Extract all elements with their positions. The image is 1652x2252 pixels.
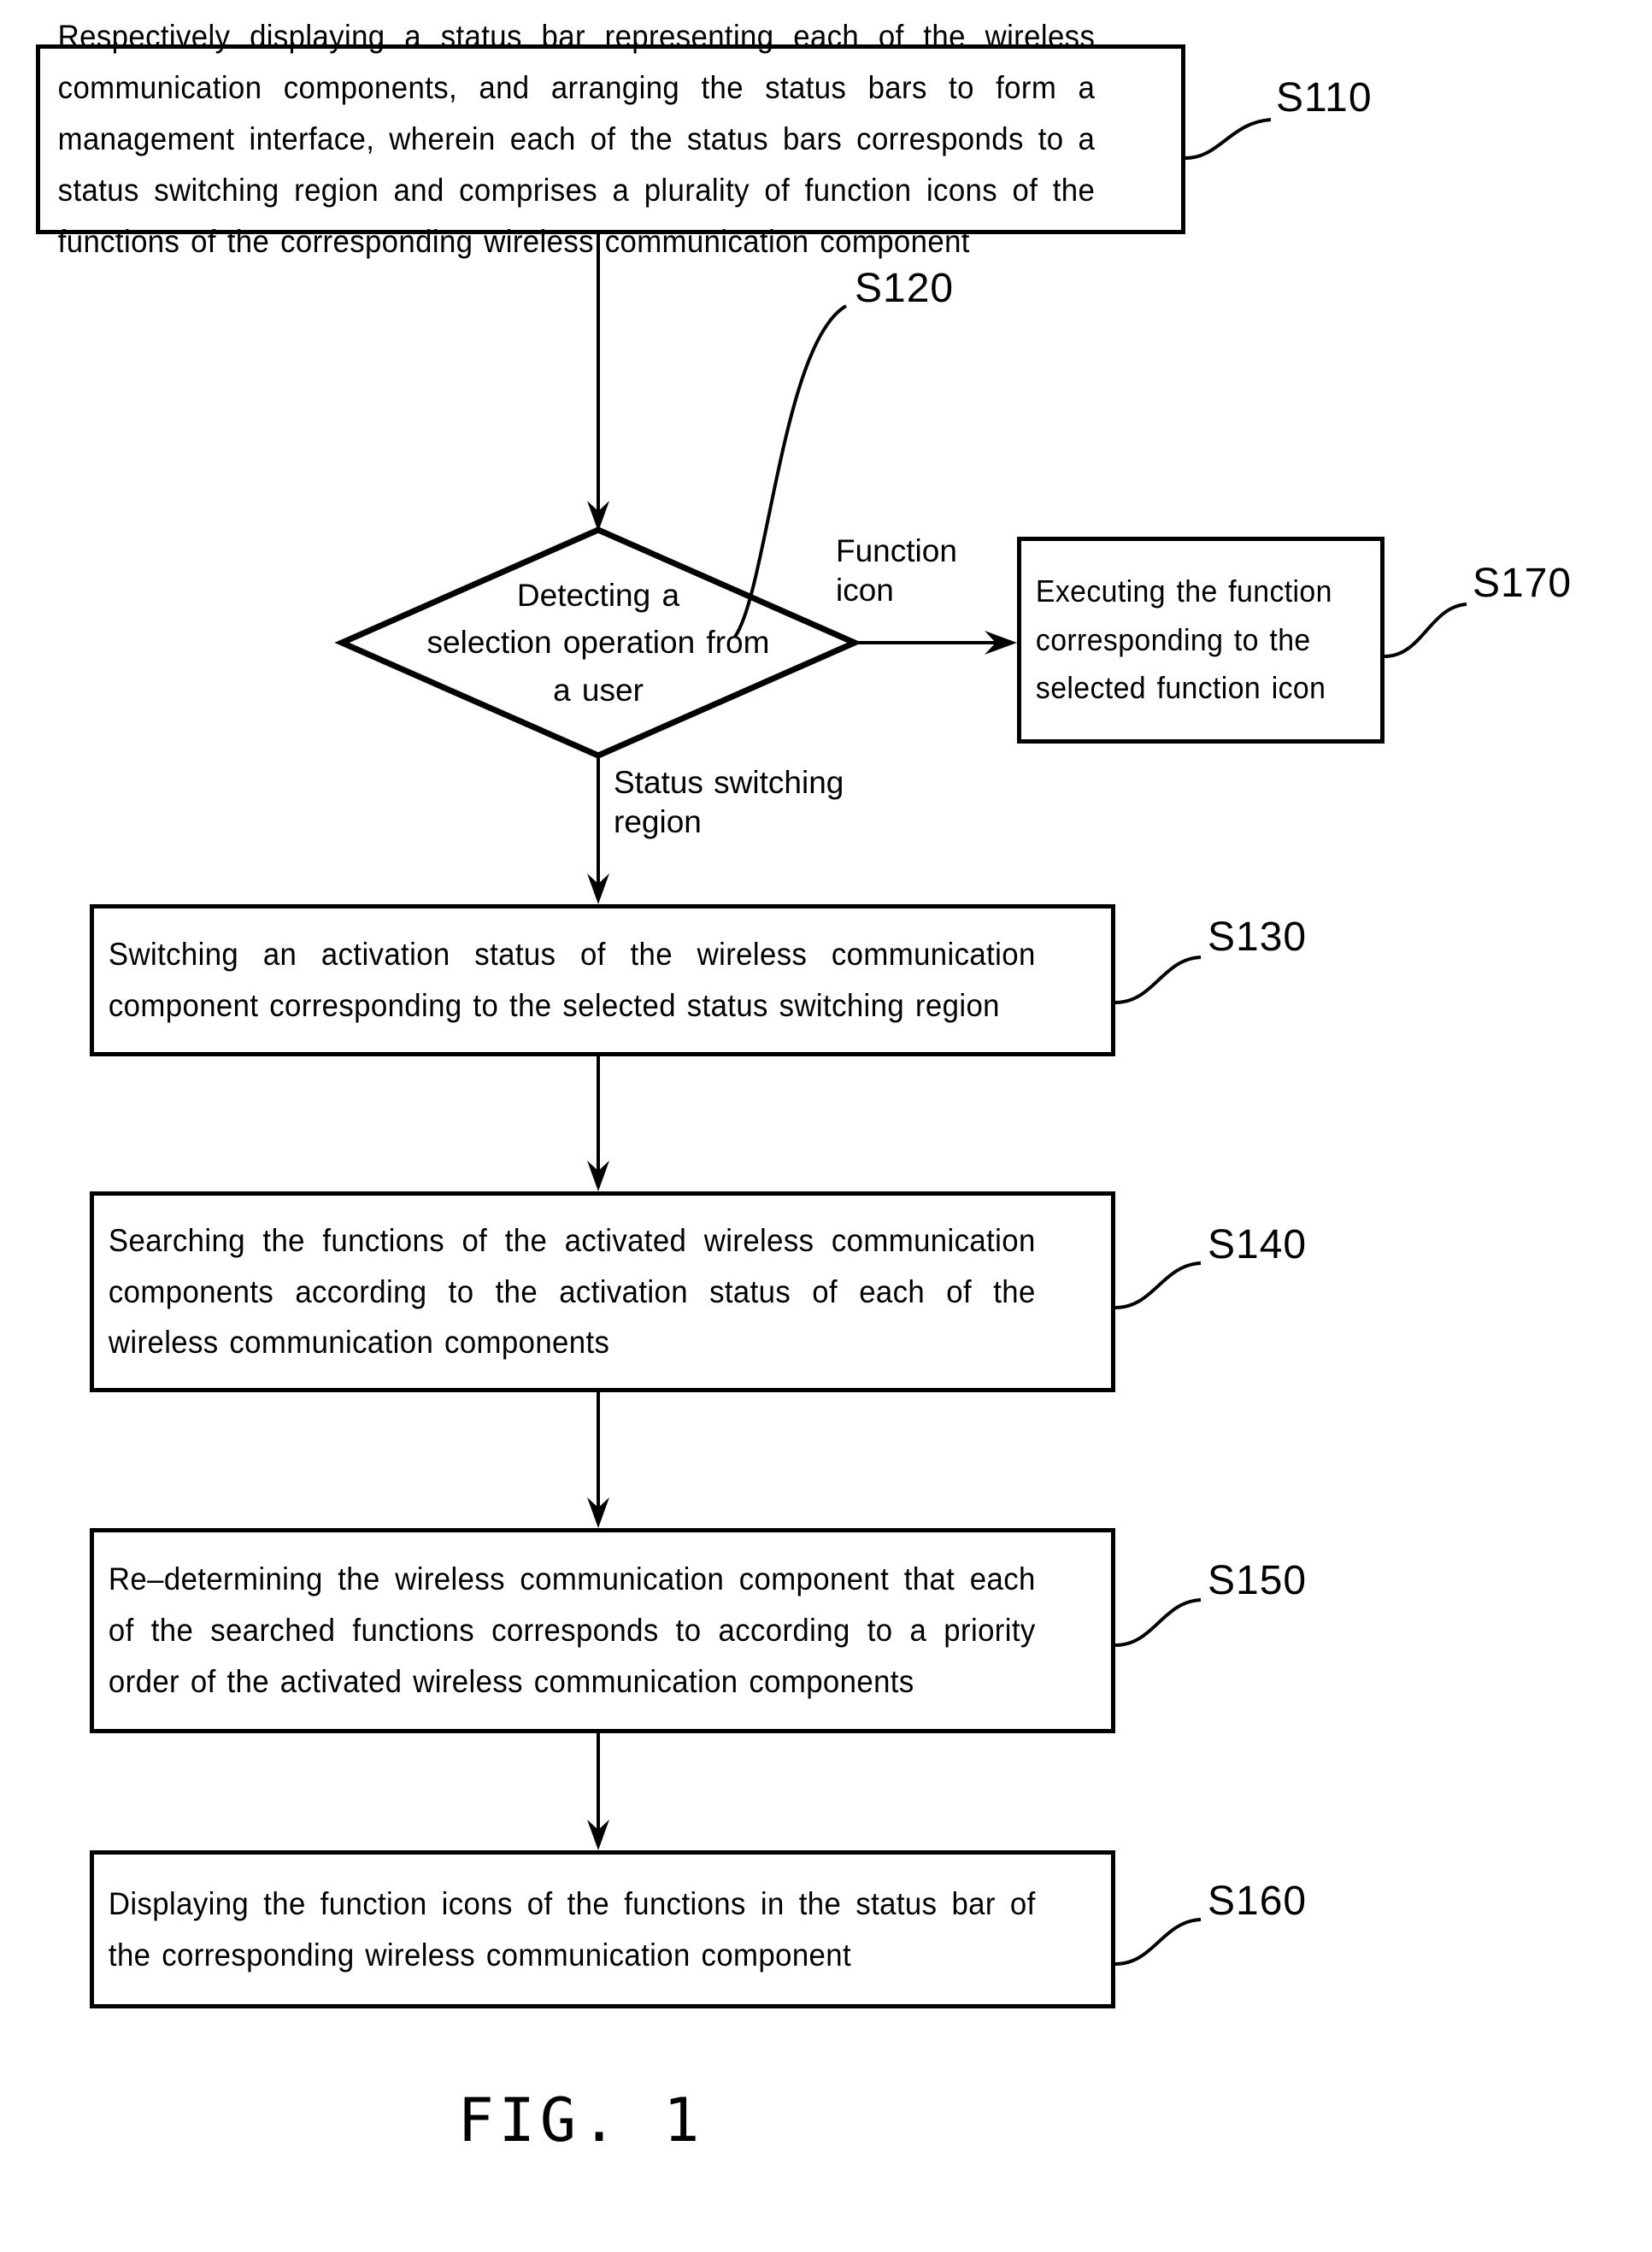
edge-label-status-switching-region: Status switching region xyxy=(614,765,844,840)
connector-s120-to-s130 xyxy=(587,756,609,904)
process-box-s170: Executing the function corresponding to … xyxy=(1017,537,1385,744)
decision-node-s120-line3: a user xyxy=(553,672,644,708)
process-box-s110-text: Respectively displaying a status bar rep… xyxy=(57,19,1096,259)
step-reference-s110: S110 xyxy=(1276,75,1373,121)
leader-line-s110 xyxy=(1185,118,1272,160)
leader-line-s140 xyxy=(1114,1261,1202,1309)
step-reference-s140: S140 xyxy=(1208,1222,1308,1267)
figure-caption: FIG. 1 xyxy=(457,2085,705,2155)
decision-node-s120-line1: Detecting a xyxy=(516,577,680,613)
step-reference-s170: S170 xyxy=(1473,561,1573,606)
process-box-s130: Switching an activation status of the wi… xyxy=(90,904,1115,1056)
connector-s150-to-s160 xyxy=(587,1733,609,1850)
edge-label-function-icon: Function icon xyxy=(836,533,957,609)
connector-s140-to-s150 xyxy=(587,1392,609,1528)
step-reference-s120: S120 xyxy=(855,266,955,311)
decision-node-s120-text: Detecting a selection operation from a u… xyxy=(340,528,856,757)
leader-line-s150 xyxy=(1114,1598,1202,1647)
decision-node-s120-line2: selection operation from xyxy=(426,625,770,661)
connector-s120-to-s170 xyxy=(855,631,1017,655)
step-reference-s160: S160 xyxy=(1208,1879,1308,1924)
leader-line-s130 xyxy=(1114,955,1202,1004)
process-box-s140: Searching the functions of the activated… xyxy=(90,1191,1115,1392)
step-reference-s130: S130 xyxy=(1208,914,1308,960)
process-box-s160-text: Displaying the function icons of the fun… xyxy=(108,1885,1036,1973)
decision-node-s120: Detecting a selection operation from a u… xyxy=(340,528,856,757)
process-box-s130-text: Switching an activation status of the wi… xyxy=(108,937,1036,1023)
connector-s130-to-s140 xyxy=(587,1056,609,1191)
process-box-s140-text: Searching the functions of the activated… xyxy=(108,1222,1036,1361)
process-box-s110: Respectively displaying a status bar rep… xyxy=(36,19,1185,259)
leader-line-s160 xyxy=(1114,1918,1202,1966)
connector-s110-to-s120 xyxy=(587,234,609,532)
process-box-s170-text: Executing the function corresponding to … xyxy=(1035,573,1332,706)
process-box-s150-text: Re–determining the wireless communicatio… xyxy=(108,1561,1036,1699)
step-reference-s150: S150 xyxy=(1208,1558,1308,1603)
process-box-s160: Displaying the function icons of the fun… xyxy=(90,1850,1115,2008)
leader-line-s170 xyxy=(1384,603,1467,658)
process-box-s150: Re–determining the wireless communicatio… xyxy=(90,1528,1115,1733)
